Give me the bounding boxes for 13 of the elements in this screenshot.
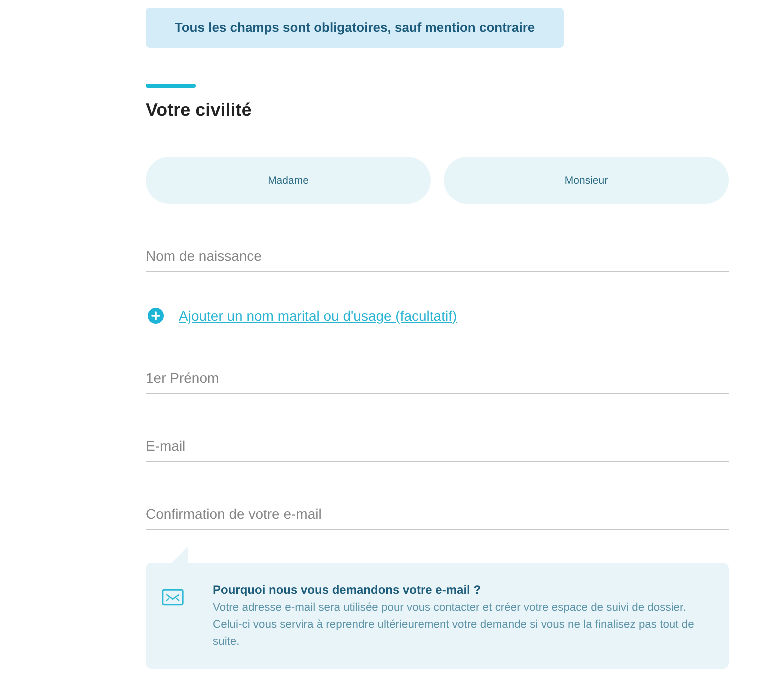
accent-bar (146, 84, 196, 88)
info-title: Pourquoi nous vous demandons votre e-mail ? (213, 582, 482, 598)
plus-circle-icon (148, 308, 164, 324)
info-paragraph: Votre adresse e-mail sera utilisée pour vous contacter et créer votre espace de suivi de dossier. Celui-ci vous servira à reprendre ultérieurement votre demande si vous ne la finalisez pas tout de suite. (213, 601, 696, 650)
civility-option[interactable]: Monsieur (444, 157, 729, 204)
text-field[interactable]: 1er Prénom (146, 363, 729, 394)
civility-option[interactable]: Madame (146, 157, 431, 204)
envelope-icon (162, 589, 184, 606)
text-field[interactable]: Nom de naissance (146, 241, 729, 272)
text-field[interactable]: E-mail (146, 431, 729, 462)
info-notice: Tous les champs sont obligatoires, sauf mention contraire (146, 8, 564, 48)
section-heading: Votre civilité (146, 99, 252, 122)
text-field[interactable]: Confirmation de votre e-mail (146, 499, 729, 530)
